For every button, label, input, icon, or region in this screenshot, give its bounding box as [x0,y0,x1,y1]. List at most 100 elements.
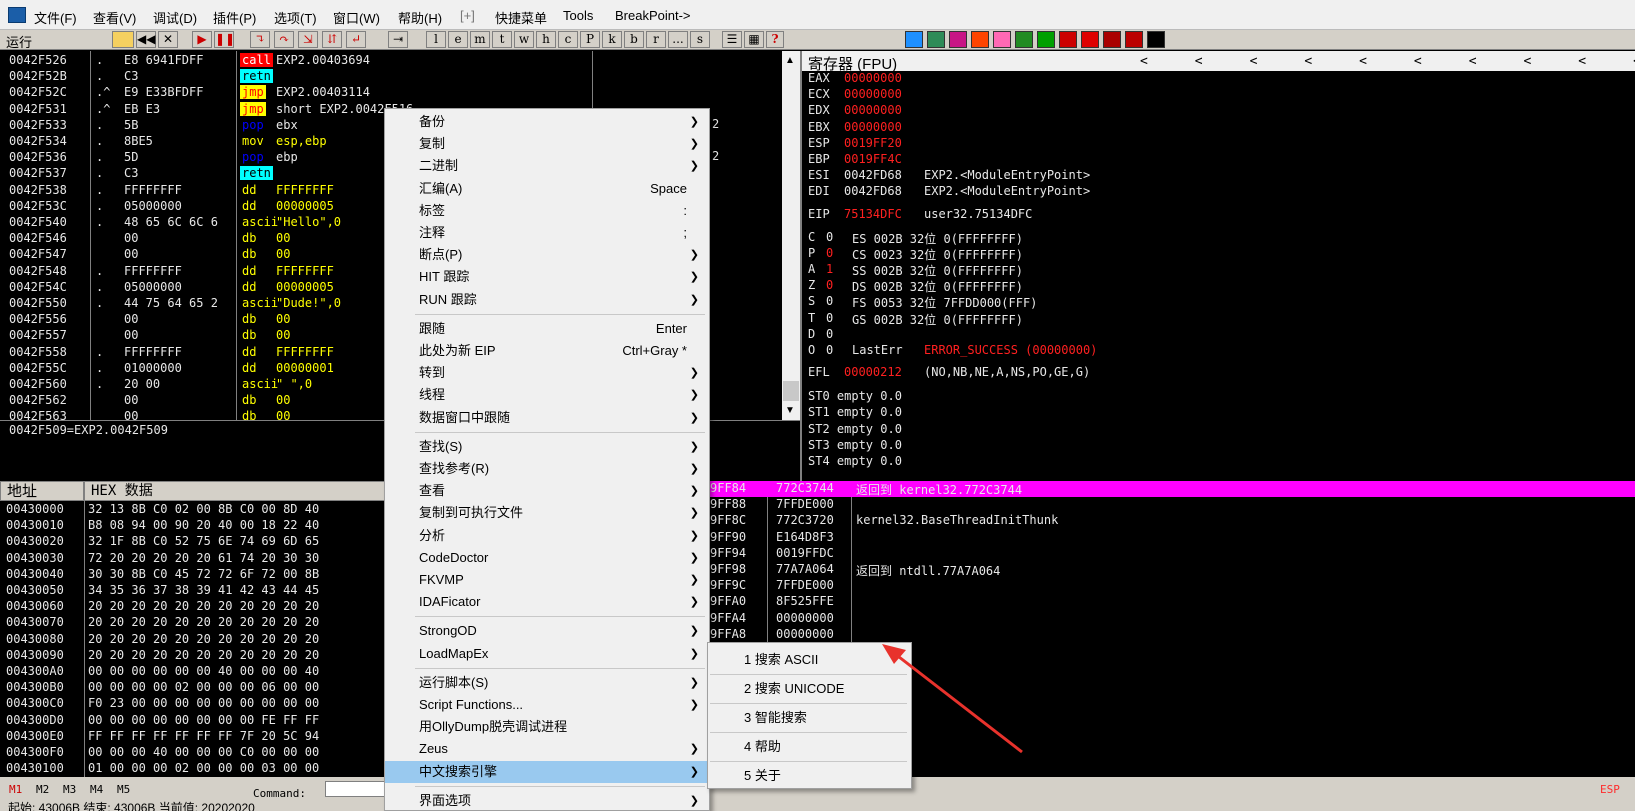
flag-row[interactable]: S 0 FS 0053 32位 7FFDD000(FFF) [802,294,1632,310]
dump-row[interactable]: 00430070 20 20 20 20 20 20 20 20 20 20 20 [0,615,400,631]
register-row[interactable]: EBP 0019FF4C [802,152,1632,168]
close-icon[interactable]: ✕ [158,31,178,48]
scroll-up-icon[interactable]: ▲ [785,55,795,66]
stack-row[interactable]: 9FF84 772C3744 返回到 kernel32.772C3744 [700,481,1635,497]
dump-row[interactable]: 00430010 B8 08 94 00 90 20 40 00 18 22 40 [0,518,400,534]
eip-row[interactable]: EIP 75134DFC user32.75134DFC [802,207,1632,223]
context-menu-item[interactable]: 复制到可执行文件 ❯ [385,502,709,524]
plugin-tool-icon[interactable] [949,31,967,48]
trace-into-icon[interactable]: ⇲ [298,31,318,48]
dump-row[interactable]: 00430020 32 1F 8B C0 52 75 6E 74 69 6D 65 [0,534,400,550]
context-menu-item[interactable]: 标签: [385,200,709,222]
menu-file[interactable]: 文件(F) [34,8,77,27]
dump-row[interactable]: 00430060 20 20 20 20 20 20 20 20 20 20 20 [0,599,400,615]
fpu-register[interactable]: ST1 empty 0.0 [808,405,902,421]
context-menu-item[interactable]: 注释; [385,222,709,244]
plugin-tool-icon[interactable] [1147,31,1165,48]
disasm-scrollbar-track[interactable]: ▲ ▼ [782,51,800,420]
plugin-tool-icon[interactable] [1103,31,1121,48]
register-row[interactable]: ECX 00000000 [802,87,1632,103]
register-row[interactable]: ESI 0042FD68 EXP2.<ModuleEntryPoint> [802,168,1632,184]
context-menu-item[interactable]: 查看 ❯ [385,480,709,502]
plugin-tool-icon[interactable] [1081,31,1099,48]
dump-row[interactable]: 004300F0 00 00 00 40 00 00 00 C0 00 00 00 [0,745,400,761]
context-menu-item[interactable]: FKVMP ❯ [385,569,709,591]
context-menu-item[interactable]: 断点(P) ❯ [385,244,709,266]
dump-row[interactable]: 00430090 20 20 20 20 20 20 20 20 20 20 20 [0,648,400,664]
toolbar-button-3[interactable]: t [492,31,512,48]
flag-row[interactable]: O 0 LastErr ERROR_SUCCESS (00000000) [802,343,1632,359]
memory-tab-m4[interactable]: M4 [90,783,103,796]
menu-plugins[interactable]: 插件(P) [213,8,256,27]
stack-row[interactable]: 9FF98 77A7A064 返回到 ntdll.77A7A064 [700,562,1635,578]
toolbar-button-0[interactable]: l [426,31,446,48]
context-menu-item[interactable]: 界面选项 ❯ [385,790,709,811]
plugin-tool-icon[interactable] [927,31,945,48]
context-menu-item[interactable]: 汇编(A) Space [385,178,709,200]
register-row[interactable]: EAX 00000000 [802,71,1632,87]
toolbar-button-7[interactable]: P [580,31,600,48]
open-icon[interactable] [112,31,134,48]
flag-row[interactable]: A 1 SS 002B 32位 0(FFFFFFFF) [802,262,1632,278]
dump-row[interactable]: 004300A0 00 00 00 00 00 00 40 00 00 00 40 [0,664,400,680]
registers-arrows[interactable]: < < < < < < < < < < < [1140,54,1635,69]
fpu-register[interactable]: ST3 empty 0.0 [808,438,902,454]
scroll-down-icon[interactable]: ▼ [785,405,795,416]
context-menu-item[interactable]: CodeDoctor ❯ [385,547,709,569]
settings-icon[interactable]: ▦ [744,31,764,48]
context-menu-item[interactable]: 中文搜索引擎 ❯ [385,760,709,783]
plugin-tool-icon[interactable] [1015,31,1033,48]
toolbar-button-2[interactable]: m [470,31,490,48]
dump-row[interactable]: 00430080 20 20 20 20 20 20 20 20 20 20 20 [0,632,400,648]
stack-row[interactable]: 9FFA4 00000000 [700,611,1635,627]
toolbar-button-10[interactable]: r [646,31,666,48]
flag-row[interactable]: D0 [802,327,1632,343]
dump-row[interactable]: 00430000 32 13 8B C0 02 00 8B C0 00 8D 40 [0,502,400,518]
memory-tab-m2[interactable]: M2 [36,783,49,796]
register-row[interactable]: EDI 0042FD68 EXP2.<ModuleEntryPoint> [802,184,1632,200]
dump-row[interactable]: 00430100 01 00 00 00 02 00 00 00 03 00 00 [0,761,400,777]
toolbar-button-12[interactable]: s [690,31,710,48]
toolbar-button-11[interactable]: ... [668,31,688,48]
plugin-tool-icon[interactable] [993,31,1011,48]
plugin-tool-icon[interactable] [971,31,989,48]
register-row[interactable]: EBX 00000000 [802,120,1632,136]
step-into-icon[interactable]: ↴ [250,31,270,48]
execute-till-return-icon[interactable]: ↵ [346,31,366,48]
menu-window[interactable]: 窗口(W) [333,8,380,27]
dump-row[interactable]: 004300D0 00 00 00 00 00 00 00 00 FE FF FF [0,713,400,729]
memory-tab-m1[interactable]: M1 [9,783,22,796]
flag-row[interactable]: C 0 ES 002B 32位 0(FFFFFFFF) [802,230,1632,246]
menu-help[interactable]: 帮助(H) [398,8,442,27]
register-row[interactable]: EDX 00000000 [802,103,1632,119]
step-over-icon[interactable]: ↷ [274,31,294,48]
context-menu-item[interactable]: StrongOD ❯ [385,620,709,642]
toolbar-button-6[interactable]: c [558,31,578,48]
context-menu-item[interactable]: 复制 ❯ [385,133,709,155]
fpu-register[interactable]: ST2 empty 0.0 [808,422,902,438]
trace-over-icon[interactable]: ⇵ [322,31,342,48]
play-icon[interactable]: ▶ [192,31,212,48]
dump-row[interactable]: 004300B0 00 00 00 00 02 00 00 00 06 00 00 [0,680,400,696]
context-menu-item[interactable]: HIT 跟踪 ❯ [385,266,709,288]
context-menu-item[interactable]: 数据窗口中跟随 ❯ [385,407,709,429]
dump-header-addr[interactable]: 地址 [0,481,84,501]
dump-row[interactable]: 00430040 30 30 8B C0 45 72 72 6F 72 00 8B [0,567,400,583]
toolbar-button-1[interactable]: e [448,31,468,48]
context-menu-item[interactable]: LoadMapEx ❯ [385,643,709,665]
pause-icon[interactable]: ❚❚ [214,31,235,48]
context-menu-item[interactable]: 跟随 Enter [385,318,709,340]
stack-row[interactable]: 9FF8C 772C3720 kernel32.BaseThreadInitThun… [700,513,1635,529]
memory-tab-m3[interactable]: M3 [63,783,76,796]
plugin-tool-icon[interactable] [1037,31,1055,48]
submenu-item[interactable]: 5 关于 [708,762,911,790]
dump-row[interactable]: 00430050 34 35 36 37 38 39 41 42 43 44 45 [0,583,400,599]
goto-icon[interactable]: ⇥ [388,31,408,48]
context-menu-item[interactable]: 线程 ❯ [385,384,709,406]
context-menu-item[interactable]: 分析 ❯ [385,525,709,547]
dump-row[interactable]: 004300E0 FF FF FF FF FF FF FF 7F 20 5C 94 [0,729,400,745]
disasm-row[interactable]: 0042F52B. C3 retn [0,69,780,85]
scroll-thumb[interactable] [783,381,799,401]
stack-row[interactable]: 9FF90 E164D8F3 [700,530,1635,546]
flag-row[interactable]: T 0 GS 002B 32位 0(FFFFFFFF) [802,311,1632,327]
